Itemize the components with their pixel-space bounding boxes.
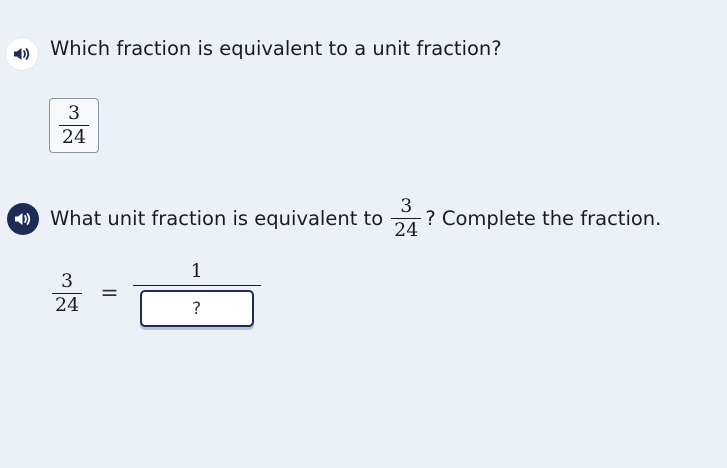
fraction-bar (132, 285, 261, 286)
answer-numerator: 1 (190, 260, 203, 282)
given-fraction: 3 24 (58, 102, 90, 148)
fraction-numerator: 3 (61, 270, 74, 292)
equals-sign: = (100, 281, 119, 306)
question2-prompt-before: What unit fraction is equivalent to (50, 207, 384, 230)
fraction-denominator: 24 (61, 126, 87, 148)
equation-right-fraction: 1 ? (132, 260, 261, 327)
given-fraction-card[interactable]: 3 24 (49, 98, 99, 153)
equation-left-fraction: 3 24 (52, 270, 83, 316)
question1-prompt-text: Which fraction is equivalent to a unit f… (50, 37, 502, 60)
fraction-numerator: 3 (67, 102, 81, 124)
question2-prompt: What unit fraction is equivalent to 3 24… (50, 197, 661, 240)
fraction-denominator: 24 (394, 219, 419, 241)
denominator-input[interactable]: ? (139, 290, 254, 327)
audio-button-question2[interactable] (7, 203, 39, 235)
speaker-icon (15, 213, 31, 225)
denominator-placeholder: ? (192, 298, 202, 319)
fraction-denominator: 24 (55, 294, 80, 316)
fraction-equation: 3 24 = 1 ? (52, 260, 261, 327)
question1-prompt: Which fraction is equivalent to a unit f… (50, 37, 502, 60)
inline-fraction: 3 24 (391, 195, 422, 241)
fraction-numerator: 3 (400, 195, 413, 217)
speaker-icon (14, 48, 30, 60)
question2-prompt-after: ? Complete the fraction. (425, 207, 662, 230)
audio-button-question1[interactable] (6, 38, 38, 70)
